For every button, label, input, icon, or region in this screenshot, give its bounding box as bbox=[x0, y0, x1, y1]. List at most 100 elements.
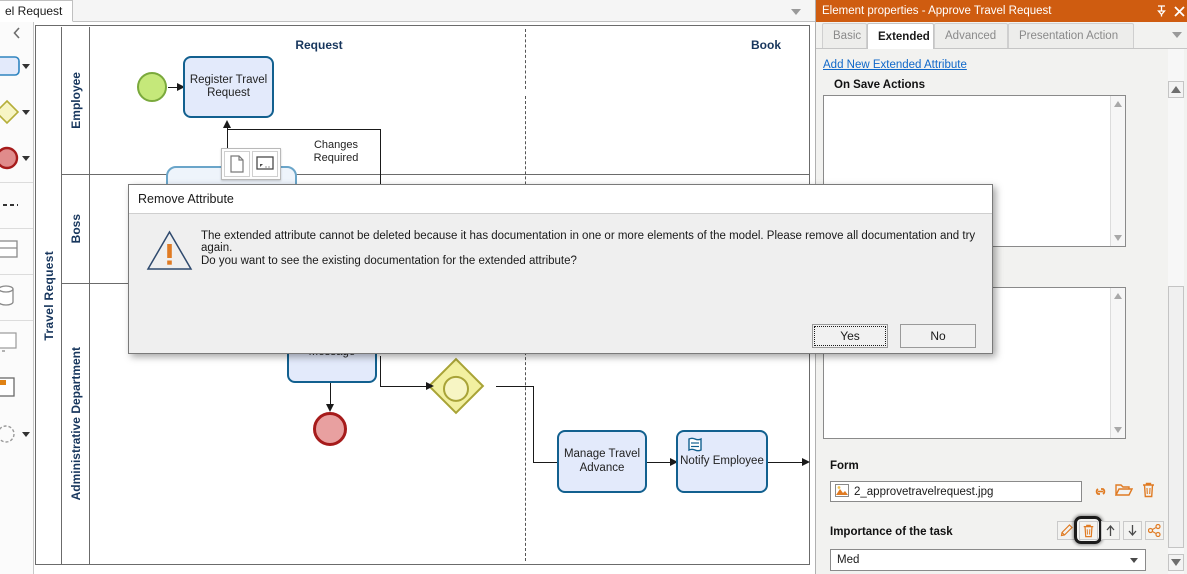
triangle-up-icon bbox=[1171, 86, 1181, 93]
palette-endevent-dropdown-caret[interactable] bbox=[22, 156, 30, 161]
trash-icon[interactable] bbox=[1138, 480, 1158, 500]
sequence-flow bbox=[330, 383, 331, 406]
task-register-travel-request[interactable]: Register Travel Request bbox=[183, 56, 274, 118]
end-event-icon bbox=[0, 145, 22, 174]
pool-title: Travel Request bbox=[37, 27, 62, 565]
task-label-line2: Advance bbox=[579, 461, 625, 474]
palette-gateway-dropdown-caret[interactable] bbox=[22, 110, 30, 115]
context-toolbar[interactable] bbox=[221, 148, 281, 180]
dialog-message-primary: The extended attribute cannot be deleted… bbox=[201, 230, 976, 254]
lane-label-text: Employee bbox=[68, 72, 83, 129]
pin-icon[interactable] bbox=[1152, 2, 1170, 20]
remove-attribute-dialog[interactable]: Remove Attribute The extended attribute … bbox=[128, 184, 993, 354]
sequence-flow bbox=[496, 386, 533, 387]
focus-highlight-ring bbox=[1074, 516, 1102, 544]
task-manage-travel-advance[interactable]: Manage Travel Advance bbox=[557, 430, 647, 493]
no-button[interactable]: No bbox=[900, 324, 976, 348]
tab-overflow-caret[interactable] bbox=[791, 9, 801, 15]
palette-item-gateway[interactable] bbox=[0, 90, 33, 136]
panel-tabs-overflow-caret[interactable] bbox=[1172, 32, 1182, 38]
chevron-down-icon[interactable] bbox=[1130, 558, 1138, 563]
importance-label: Importance of the task bbox=[830, 526, 953, 538]
scroll-up-icon[interactable] bbox=[1114, 101, 1122, 107]
task-icon bbox=[0, 54, 22, 81]
palette-item-data-store[interactable] bbox=[0, 274, 33, 320]
scroll-up-button[interactable] bbox=[1168, 81, 1184, 98]
flow-label-line2: Required bbox=[313, 152, 359, 165]
open-folder-icon[interactable] bbox=[1114, 480, 1134, 500]
palette-artifact-dropdown-caret[interactable] bbox=[22, 432, 30, 437]
milestone-separator-top bbox=[525, 29, 526, 89]
close-icon[interactable] bbox=[1170, 2, 1187, 20]
screen-icon-button[interactable] bbox=[252, 151, 278, 177]
task-label: Manage Travel Advance bbox=[564, 448, 640, 474]
task-label: Notify Employee bbox=[680, 454, 764, 467]
panel-tabs[interactable]: Basic Extended Advanced Presentation Act… bbox=[816, 23, 1187, 49]
sequence-flow bbox=[380, 386, 429, 387]
artifact-icon bbox=[0, 421, 22, 450]
image-file-icon bbox=[835, 483, 849, 500]
form-label: Form bbox=[830, 460, 859, 472]
palette-item-association[interactable] bbox=[0, 182, 33, 228]
tab-advanced[interactable]: Advanced bbox=[934, 23, 1008, 48]
annotation-icon bbox=[0, 375, 22, 404]
on-save-actions-scrollbar[interactable] bbox=[1110, 96, 1125, 246]
task-label-line2: Request bbox=[207, 87, 250, 99]
link-icon[interactable] bbox=[1090, 481, 1110, 501]
tab-travel-request[interactable]: el Request bbox=[0, 0, 74, 22]
milestone-label-book: Book bbox=[751, 38, 781, 52]
add-new-extended-attribute-link[interactable]: Add New Extended Attribute bbox=[823, 59, 967, 71]
importance-combobox[interactable]: Med bbox=[830, 549, 1146, 571]
start-event[interactable] bbox=[137, 72, 167, 102]
move-down-icon[interactable] bbox=[1123, 521, 1142, 540]
sequence-flow-arrow bbox=[326, 404, 334, 412]
importance-value: Med bbox=[837, 554, 860, 566]
palette-item-task[interactable] bbox=[0, 44, 33, 90]
secondary-textarea-scrollbar[interactable] bbox=[1110, 288, 1125, 438]
end-event[interactable] bbox=[313, 412, 347, 446]
gateway-icon bbox=[0, 99, 22, 128]
triangle-down-icon bbox=[1171, 559, 1181, 566]
form-file-name: 2_approvetravelrequest.jpg bbox=[854, 485, 994, 498]
lane-employee[interactable]: Employee bbox=[62, 27, 810, 175]
form-file-field[interactable]: 2_approvetravelrequest.jpg bbox=[830, 481, 1082, 502]
element-palette[interactable] bbox=[0, 22, 34, 574]
palette-item-annotation[interactable] bbox=[0, 366, 33, 412]
move-up-icon[interactable] bbox=[1101, 521, 1120, 540]
task-label-line1: Manage Travel bbox=[563, 448, 641, 461]
sequence-flow bbox=[227, 129, 380, 130]
lane-boss-label: Boss bbox=[62, 175, 90, 283]
palette-task-dropdown-caret[interactable] bbox=[22, 64, 30, 69]
palette-item-end-event[interactable] bbox=[0, 136, 33, 182]
editor-tabbar: el Request bbox=[0, 0, 815, 22]
data-object-icon bbox=[0, 237, 22, 266]
document-icon-button[interactable] bbox=[224, 151, 250, 177]
palette-item-artifact[interactable] bbox=[0, 412, 33, 458]
tab-basic[interactable]: Basic bbox=[822, 23, 867, 48]
tab-presentation-action[interactable]: Presentation Action bbox=[1008, 23, 1134, 48]
dialog-message-question: Do you want to see the existing document… bbox=[201, 255, 577, 267]
share-icon[interactable] bbox=[1145, 521, 1164, 540]
palette-collapse-button[interactable] bbox=[0, 22, 33, 44]
yes-button[interactable]: Yes bbox=[812, 324, 888, 348]
data-store-icon bbox=[0, 283, 22, 312]
lane-admin-label: Administrative Department bbox=[62, 284, 90, 564]
scroll-down-icon[interactable] bbox=[1114, 235, 1122, 241]
flow-label-changes-required: Changes Required bbox=[290, 139, 382, 165]
on-save-actions-label: On Save Actions bbox=[834, 79, 925, 91]
panel-scrollbar[interactable] bbox=[1168, 49, 1184, 574]
palette-item-data-object[interactable] bbox=[0, 228, 33, 274]
sequence-flow-arrow bbox=[802, 458, 810, 466]
dialog-title: Remove Attribute bbox=[129, 185, 992, 214]
sequence-flow bbox=[533, 386, 534, 462]
palette-item-group[interactable] bbox=[0, 320, 33, 366]
tab-extended[interactable]: Extended bbox=[867, 23, 934, 49]
panel-titlebar: Element properties - Approve Travel Requ… bbox=[816, 0, 1187, 22]
scrollbar-thumb[interactable] bbox=[1168, 286, 1184, 548]
milestone-label-request: Request bbox=[295, 38, 343, 52]
scroll-down-button[interactable] bbox=[1168, 554, 1184, 571]
scroll-up-icon[interactable] bbox=[1114, 293, 1122, 299]
chevron-left-icon bbox=[12, 27, 20, 39]
scroll-down-icon[interactable] bbox=[1114, 427, 1122, 433]
warning-triangle-icon bbox=[146, 230, 193, 275]
